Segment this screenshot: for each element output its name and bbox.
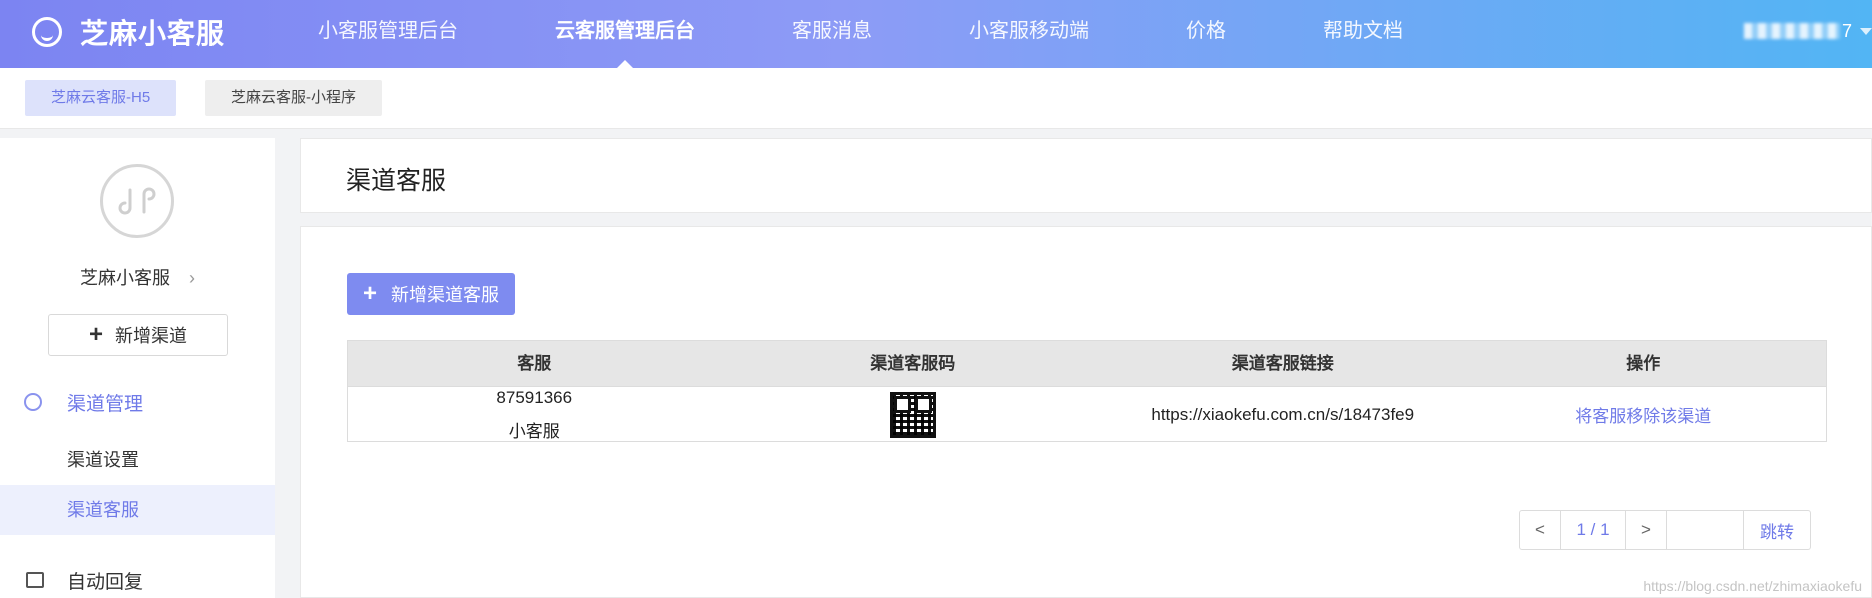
channel-tab-strip: 芝麻云客服-H5 芝麻云客服-小程序: [0, 68, 1872, 129]
nav-item-xiaokefu-admin[interactable]: 小客服管理后台: [318, 0, 458, 62]
sidebar-group-channel-management[interactable]: 渠道管理: [0, 382, 275, 422]
chat-bubble-logo-icon: [32, 17, 62, 47]
column-header-link: 渠道客服链接: [1231, 354, 1334, 373]
main-nav: 小客服管理后台 云客服管理后台 客服消息 小客服移动端 价格 帮助文档: [318, 0, 1500, 68]
page-header: 渠道客服: [300, 138, 1872, 213]
add-channel-agent-button[interactable]: + 新增渠道客服: [347, 273, 515, 315]
brand-name: 芝麻小客服: [80, 18, 226, 49]
page-title: 渠道客服: [346, 167, 447, 195]
page-jump-input[interactable]: [1667, 511, 1744, 549]
nav-item-messages[interactable]: 客服消息: [792, 0, 872, 62]
watermark: https://blog.csdn.net/zhimaxiaokefu: [1643, 578, 1862, 594]
app-avatar: [100, 164, 174, 238]
tab-channel-miniprogram[interactable]: 芝麻云客服-小程序: [205, 80, 382, 116]
user-menu[interactable]: 7: [1743, 18, 1872, 44]
brand-logo[interactable]: 芝麻小客服: [32, 10, 225, 54]
sidebar-item-channel-settings[interactable]: 渠道设置: [0, 435, 275, 485]
sidebar-group-label: 渠道管理: [67, 393, 144, 415]
channel-link: https://xiaokefu.com.cn/s/18473fe9: [1151, 404, 1415, 424]
plus-icon: +: [88, 321, 103, 348]
agent-id: 87591366: [496, 387, 573, 407]
sidebar-item-channel-agents[interactable]: 渠道客服: [0, 485, 275, 535]
remove-from-channel-link[interactable]: 将客服移除该渠道: [1575, 402, 1711, 427]
qrcode-cell: [721, 387, 1105, 442]
page-jump-button[interactable]: 跳转: [1744, 511, 1810, 549]
top-nav-bar: 芝麻小客服 小客服管理后台 云客服管理后台 客服消息 小客服移动端 价格 帮助文…: [0, 0, 1872, 68]
main-content: + 新增渠道客服 客服 渠道客服码 渠道客服链接 操作 87591366 小客服…: [300, 226, 1872, 598]
nav-item-cloud-admin[interactable]: 云客服管理后台: [555, 0, 695, 68]
nav-item-mobile[interactable]: 小客服移动端: [969, 0, 1089, 62]
prev-page-button[interactable]: <: [1520, 511, 1561, 549]
qr-code-icon[interactable]: [889, 391, 936, 438]
app-name-link[interactable]: 芝麻小客服 ›: [0, 264, 275, 290]
channel-agent-table: 客服 渠道客服码 渠道客服链接 操作 87591366 小客服 https://…: [347, 340, 1827, 442]
add-channel-agent-label: 新增渠道客服: [391, 285, 499, 305]
message-icon: [26, 572, 44, 588]
sidebar-item-label: 渠道客服: [67, 500, 139, 520]
sidebar: 芝麻小客服 › + 新增渠道 渠道管理 渠道设置 渠道客服 自动回复: [0, 138, 275, 598]
action-cell: 将客服移除该渠道: [1461, 387, 1827, 442]
nav-item-help-docs[interactable]: 帮助文档: [1323, 0, 1403, 62]
add-channel-label: 新增渠道: [115, 326, 187, 346]
channel-management-icon: [24, 393, 42, 411]
app-name: 芝麻小客服: [79, 268, 170, 288]
agent-cell: 87591366 小客服: [348, 387, 721, 442]
caret-down-icon: [1860, 27, 1872, 35]
mini-program-icon: [118, 187, 156, 215]
nav-item-pricing[interactable]: 价格: [1186, 0, 1226, 62]
sidebar-item-label: 渠道设置: [67, 450, 139, 470]
username-suffix: 7: [1841, 20, 1852, 41]
add-channel-button[interactable]: + 新增渠道: [48, 314, 228, 356]
agent-name: 小客服: [508, 421, 560, 441]
column-header-agent: 客服: [517, 354, 552, 373]
column-header-qrcode: 渠道客服码: [870, 354, 956, 373]
plus-icon: +: [362, 280, 377, 307]
table-row: 87591366 小客服 https://xiaokefu.com.cn/s/1…: [348, 387, 1826, 442]
sidebar-group-auto-reply[interactable]: 自动回复: [0, 562, 275, 598]
column-header-actions: 操作: [1626, 354, 1661, 373]
tab-channel-h5[interactable]: 芝麻云客服-H5: [25, 80, 177, 116]
page-indicator: 1 / 1: [1561, 511, 1626, 549]
pagination: < 1 / 1 > 跳转: [1519, 510, 1811, 550]
chevron-right-icon: ›: [189, 268, 195, 288]
blurred-username: [1743, 23, 1840, 39]
sidebar-group-label: 自动回复: [67, 571, 144, 593]
next-page-button[interactable]: >: [1626, 511, 1667, 549]
